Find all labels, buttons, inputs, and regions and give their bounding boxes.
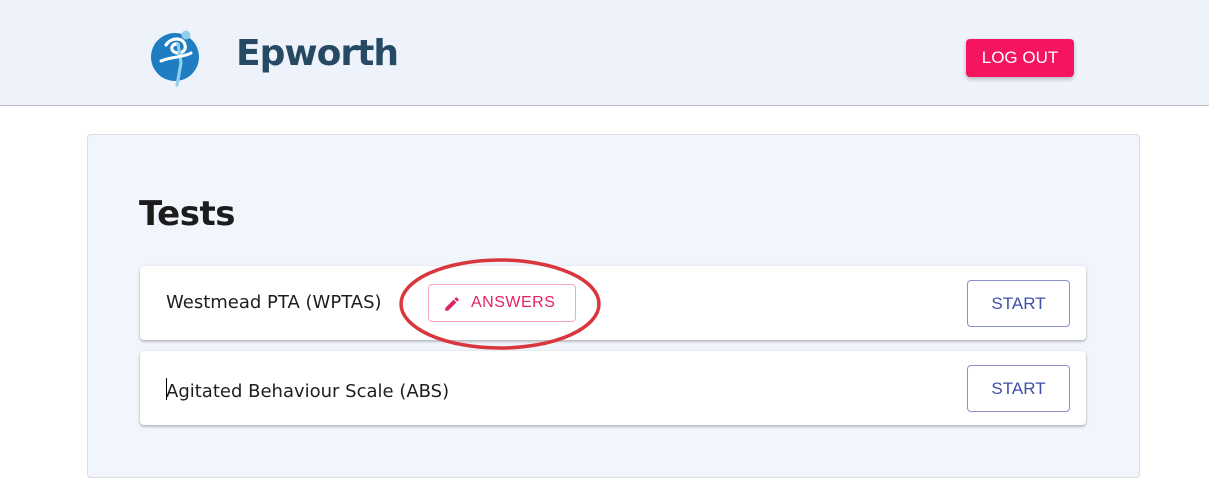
pencil-icon <box>445 297 459 311</box>
brand-name: Epworth <box>236 33 399 74</box>
log-out-button[interactable]: LOG OUT <box>966 39 1074 77</box>
app-header: Epworth LOG OUT <box>0 0 1209 106</box>
test-name: Agitated Behaviour Scale (ABS) <box>166 381 450 402</box>
start-button-wptas[interactable]: START <box>967 280 1070 327</box>
test-card-wptas: Westmead PTA (WPTAS) ANSWERS START <box>140 266 1086 340</box>
epworth-logo-icon <box>151 30 199 87</box>
page-title: Tests <box>139 194 235 234</box>
test-card-abs: Agitated Behaviour Scale (ABS) START <box>140 351 1086 425</box>
start-button-abs[interactable]: START <box>967 365 1070 412</box>
answers-button-label: ANSWERS <box>471 294 556 311</box>
answers-button[interactable]: ANSWERS <box>428 284 576 322</box>
test-name: Westmead PTA (WPTAS) <box>166 292 382 313</box>
